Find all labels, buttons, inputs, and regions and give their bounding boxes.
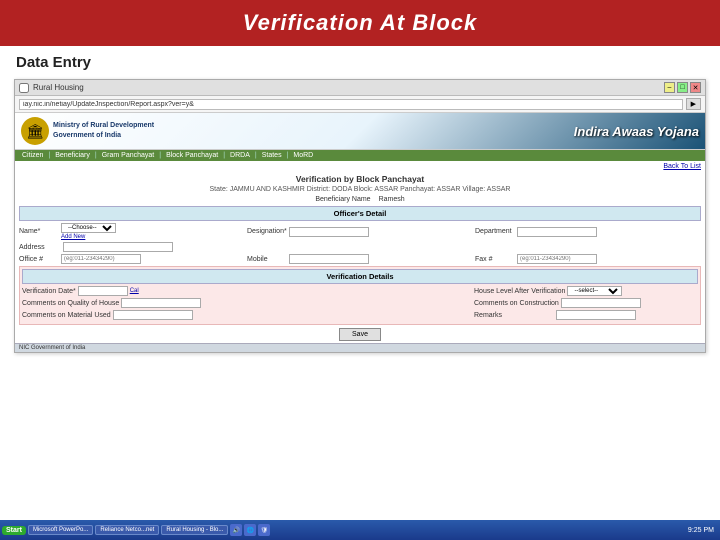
nav-drda[interactable]: DRDA (225, 150, 255, 161)
content-area: Verification by Block Panchayat State: J… (15, 172, 705, 343)
office-ph-cell: Office # (19, 254, 245, 264)
browser-titlebar: Rural Housing – □ ✕ (15, 80, 705, 96)
network-icon: 🌐 (244, 524, 256, 536)
minimize-button[interactable]: – (664, 82, 675, 93)
start-button[interactable]: Start (2, 526, 26, 535)
taskbar: Start Microsoft PowerPo... Reliance Netc… (0, 520, 720, 540)
name-cell: Name* --Choose-- Add New (19, 223, 245, 240)
page-header: Verification At Block (0, 0, 720, 46)
mobile-cell: Mobile (247, 254, 473, 264)
speaker-icon: 🔊 (230, 524, 242, 536)
iay-header: 🏛 Ministry of Rural Development Governme… (15, 113, 705, 150)
nav-mord[interactable]: MoRD (288, 150, 318, 161)
browser-title-text: Rural Housing (33, 83, 84, 92)
save-button[interactable]: Save (339, 328, 381, 341)
taskbar-item-1[interactable]: Microsoft PowerPo... (28, 525, 93, 535)
cal-link[interactable]: Cal (130, 288, 139, 294)
department-cell: Department (475, 223, 701, 240)
back-to-list-link[interactable]: Back To List (15, 161, 705, 172)
comments-quality-cell: Comments on Quality of House (22, 298, 246, 308)
verification-row-1: Verification Date* Cal House Level After… (22, 286, 698, 296)
contact-row: Office # Mobile Fax # (19, 254, 701, 264)
comments-material-label: Comments on Material Used (22, 312, 111, 319)
verification-date-cell: Verification Date* Cal (22, 286, 246, 296)
fax-input[interactable] (517, 254, 597, 264)
beneficiary-row: Beneficiary Name Ramesh (19, 196, 701, 203)
footer-text: NIC Government of India (19, 345, 85, 351)
verification-date-label: Verification Date* (22, 288, 76, 295)
data-entry-label: Data Entry (0, 46, 720, 75)
maximize-button[interactable]: □ (677, 82, 688, 93)
address-row: Address (19, 242, 701, 252)
comments-construction-cell: Comments on Construction (474, 298, 698, 308)
officer-row-1: Name* --Choose-- Add New Designation* De… (19, 223, 701, 240)
address-label: Address (19, 244, 59, 251)
comments-quality-label: Comments on Quality of House (22, 300, 119, 307)
taskbar-clock: 9:25 PM (684, 527, 718, 534)
footer-bar: NIC Government of India (15, 343, 705, 352)
form-title: Verification by Block Panchayat (19, 174, 701, 184)
department-input[interactable] (517, 227, 597, 237)
designation-cell: Designation* (247, 223, 473, 240)
designation-label: Designation* (247, 228, 287, 235)
comments-material-cell: Comments on Material Used (22, 310, 246, 320)
page-title: Verification At Block (243, 10, 478, 35)
comments-construction-label: Comments on Construction (474, 300, 559, 307)
emblem-icon: 🏛 (21, 117, 49, 145)
designation-input[interactable] (289, 227, 369, 237)
name-select[interactable]: --Choose-- (61, 223, 116, 233)
form-subtitle: State: JAMMU AND KASHMIR District: DODA … (19, 186, 701, 193)
beneficiary-name-label: Beneficiary Name (315, 196, 370, 203)
nav-block-panchayat[interactable]: Block Panchayat (161, 150, 223, 161)
comments-material-input[interactable] (113, 310, 193, 320)
nav-gram-panchayat[interactable]: Gram Panchayat (97, 150, 160, 161)
beneficiary-name-value: Ramesh (379, 196, 405, 203)
mobile-label: Mobile (247, 256, 287, 263)
comments-row-1: Comments on Quality of House Comments on… (22, 298, 698, 308)
nav-states[interactable]: States (257, 150, 287, 161)
iay-brand: Indira Awaas Yojana (574, 124, 699, 139)
browser-controls: – □ ✕ (664, 82, 701, 93)
verification-section: Verification Details Verification Date* … (19, 266, 701, 325)
browser-window: Rural Housing – □ ✕ ▶ 🏛 Ministry of Rura… (14, 79, 706, 353)
logo-area: 🏛 Ministry of Rural Development Governme… (21, 117, 154, 145)
fax-label: Fax # (475, 256, 515, 263)
taskbar-item-3[interactable]: Rural Housing - Blo... (161, 525, 228, 535)
go-button[interactable]: ▶ (686, 98, 701, 110)
verification-date-input[interactable] (78, 286, 128, 296)
nav-beneficiary[interactable]: Beneficiary (50, 150, 95, 161)
fax-cell: Fax # (475, 254, 701, 264)
department-label: Department (475, 228, 515, 235)
house-level-select[interactable]: --select-- (567, 286, 622, 296)
comments-quality-input[interactable] (121, 298, 201, 308)
house-level-label: House Level After Verification (474, 288, 565, 295)
name-label: Name* (19, 228, 59, 235)
browser-addressbar: ▶ (15, 96, 705, 113)
house-level-cell: House Level After Verification --select-… (474, 286, 698, 296)
submit-row: Save (19, 328, 701, 341)
office-ph-input[interactable] (61, 254, 141, 264)
comments-construction-input[interactable] (561, 298, 641, 308)
taskbar-item-2[interactable]: Reliance Netco...net (95, 525, 159, 535)
verification-section-header: Verification Details (22, 269, 698, 284)
iay-nav: Citizen | Beneficiary | Gram Panchayat |… (15, 150, 705, 161)
comments-row-2: Comments on Material Used Remarks (22, 310, 698, 320)
address-input[interactable] (63, 242, 173, 252)
taskbar-icons: 🔊 🌐 🛡 (230, 524, 270, 536)
remarks-cell: Remarks (474, 310, 698, 320)
remarks-label: Remarks (474, 312, 554, 319)
close-button[interactable]: ✕ (690, 82, 701, 93)
browser-checkbox[interactable] (19, 83, 29, 93)
office-ph-label: Office # (19, 256, 59, 263)
address-input[interactable] (19, 99, 683, 110)
add-new-link[interactable]: Add New (61, 234, 116, 240)
ministry-text: Ministry of Rural Development Government… (53, 121, 154, 141)
nav-citizen[interactable]: Citizen (17, 150, 48, 161)
officers-detail-section: Officer's Detail (19, 206, 701, 221)
shield-icon: 🛡 (258, 524, 270, 536)
mobile-input[interactable] (289, 254, 369, 264)
remarks-input[interactable] (556, 310, 636, 320)
